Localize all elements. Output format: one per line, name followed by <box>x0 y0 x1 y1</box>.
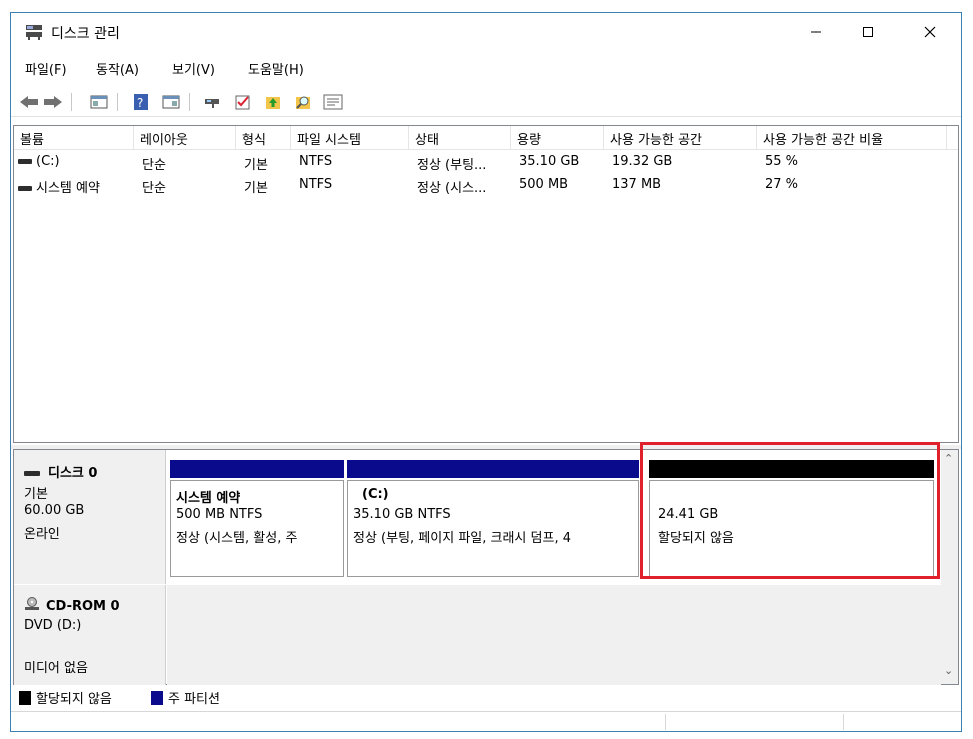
menu-help[interactable]: 도움말(H) <box>248 59 304 78</box>
legend-unallocated: 할당되지 않음 <box>19 688 112 707</box>
connect-icon[interactable] <box>203 92 223 112</box>
volume-list-header: 볼륨 레이아웃 형식 파일 시스템 상태 용량 사용 가능한 공간 사용 가능한… <box>14 126 958 150</box>
volume-list: 볼륨 레이아웃 형식 파일 시스템 상태 용량 사용 가능한 공간 사용 가능한… <box>13 125 959 443</box>
disk-management-window: 디스크 관리 파일(F) 동작(A) 보기(V) 도움말(H) ? 볼륨 레이아… <box>10 12 962 732</box>
partition-title: (C:) <box>362 487 389 502</box>
legend-label: 주 파티션 <box>168 692 220 707</box>
details-pane-icon[interactable] <box>161 92 181 112</box>
close-button[interactable] <box>907 13 953 51</box>
svg-text:?: ? <box>137 96 143 110</box>
menu-view[interactable]: 보기(V) <box>172 59 215 78</box>
disk-management-icon <box>25 24 43 40</box>
cdrom-icon <box>25 597 39 610</box>
partition-c[interactable]: (C:) 35.10 GB NTFS 정상 (부팅, 페이지 파일, 크래시 덤… <box>347 460 639 577</box>
volume-name-cell: (C:) <box>18 154 134 169</box>
layout-cell: 단순 <box>142 181 166 196</box>
column-header-capacity[interactable]: 용량 <box>511 126 604 149</box>
check-icon[interactable] <box>233 92 253 112</box>
menu-file[interactable]: 파일(F) <box>25 59 67 78</box>
partition-status: 정상 (부팅, 페이지 파일, 크래시 덤프, 4 <box>353 531 571 546</box>
cdrom-name: CD-ROM 0 <box>46 599 120 614</box>
search-icon[interactable] <box>293 92 313 112</box>
type-cell: 기본 <box>244 158 268 173</box>
scroll-up-icon[interactable]: ⌃ <box>944 452 953 465</box>
partition-system-reserved[interactable]: 시스템 예약 500 MB NTFS 정상 (시스템, 활성, 주 <box>170 460 344 577</box>
status-cell: 정상 (시스... <box>417 181 487 196</box>
menu-action[interactable]: 동작(A) <box>96 59 139 78</box>
volume-name: 시스템 예약 <box>36 181 100 196</box>
partition-body: (C:) 35.10 GB NTFS 정상 (부팅, 페이지 파일, 크래시 덤… <box>347 480 639 577</box>
title-bar[interactable]: 디스크 관리 <box>11 13 961 51</box>
legend-swatch <box>151 691 163 705</box>
column-header-filesystem[interactable]: 파일 시스템 <box>291 126 409 149</box>
free-percent-cell: 55 % <box>765 154 799 169</box>
capacity-cell: 35.10 GB <box>519 154 580 169</box>
menu-bar: 파일(F) 동작(A) 보기(V) 도움말(H) <box>11 55 961 79</box>
partition-size: 35.10 GB NTFS <box>353 507 451 522</box>
up-arrow-icon[interactable] <box>263 92 283 112</box>
legend: 할당되지 않음 주 파티션 <box>13 686 959 708</box>
volume-name: (C:) <box>36 154 60 169</box>
back-icon[interactable] <box>19 92 39 112</box>
disk-0-name: 디스크 0 <box>48 466 98 481</box>
column-header-type[interactable]: 형식 <box>236 126 291 149</box>
volume-row[interactable]: 시스템 예약 단순 기본 NTFS 정상 (시스... 500 MB 137 M… <box>14 175 958 197</box>
partition-status: 정상 (시스템, 활성, 주 <box>176 531 298 546</box>
filesystem-cell: NTFS <box>299 154 333 169</box>
status-cell: 정상 (부팅... <box>417 158 487 173</box>
scroll-down-icon[interactable]: ⌄ <box>944 664 953 677</box>
cdrom-drive: DVD (D:) <box>24 618 82 633</box>
legend-primary-partition: 주 파티션 <box>151 688 220 707</box>
toolbar: ? <box>11 87 961 117</box>
highlight-annotation <box>640 442 940 579</box>
partition-bar <box>347 460 639 478</box>
type-cell: 기본 <box>244 181 268 196</box>
properties-icon[interactable] <box>323 92 343 112</box>
free-space-cell: 19.32 GB <box>612 154 673 169</box>
disk-0-state: 온라인 <box>24 527 60 542</box>
volume-name-cell: 시스템 예약 <box>18 177 134 196</box>
filesystem-cell: NTFS <box>299 177 333 192</box>
volume-row[interactable]: (C:) 단순 기본 NTFS 정상 (부팅... 35.10 GB 19.32… <box>14 152 958 174</box>
cdrom-area <box>167 585 941 685</box>
column-header-free-space[interactable]: 사용 가능한 공간 <box>604 126 757 149</box>
disk-icon <box>24 471 40 476</box>
forward-icon[interactable] <box>43 92 63 112</box>
console-tree-icon[interactable] <box>89 92 109 112</box>
status-bar <box>11 711 961 731</box>
disk-0-size: 60.00 GB <box>24 503 85 518</box>
volume-icon <box>18 159 32 164</box>
column-header-volume[interactable]: 볼륨 <box>14 126 134 149</box>
free-percent-cell: 27 % <box>765 177 799 192</box>
disk-0-label[interactable]: 디스크 0 기본 60.00 GB 온라인 <box>14 450 166 584</box>
cdrom-0-label[interactable]: CD-ROM 0 DVD (D:) 미디어 없음 <box>14 585 166 685</box>
window-title: 디스크 관리 <box>51 26 120 42</box>
cdrom-name-row: CD-ROM 0 <box>24 597 120 614</box>
partition-body: 시스템 예약 500 MB NTFS 정상 (시스템, 활성, 주 <box>170 480 344 577</box>
partition-title: 시스템 예약 <box>176 491 241 506</box>
column-header-layout[interactable]: 레이아웃 <box>134 126 236 149</box>
disk-map-scrollbar[interactable]: ⌃ ⌄ <box>941 450 958 684</box>
column-header-free-percent[interactable]: 사용 가능한 공간 비율 <box>757 126 947 149</box>
legend-label: 할당되지 않음 <box>36 692 112 707</box>
column-header-status[interactable]: 상태 <box>409 126 511 149</box>
volume-icon <box>18 186 32 191</box>
disk-0-type: 기본 <box>24 487 48 502</box>
cdrom-state: 미디어 없음 <box>24 661 88 676</box>
free-space-cell: 137 MB <box>612 177 662 192</box>
legend-swatch <box>19 691 31 705</box>
disk-0-name-row: 디스크 0 <box>24 462 97 481</box>
capacity-cell: 500 MB <box>519 177 569 192</box>
partition-size: 500 MB NTFS <box>176 507 263 522</box>
maximize-button[interactable] <box>845 13 891 51</box>
minimize-button[interactable] <box>793 13 839 51</box>
layout-cell: 단순 <box>142 158 166 173</box>
partition-bar <box>170 460 344 478</box>
help-icon[interactable]: ? <box>131 92 151 112</box>
